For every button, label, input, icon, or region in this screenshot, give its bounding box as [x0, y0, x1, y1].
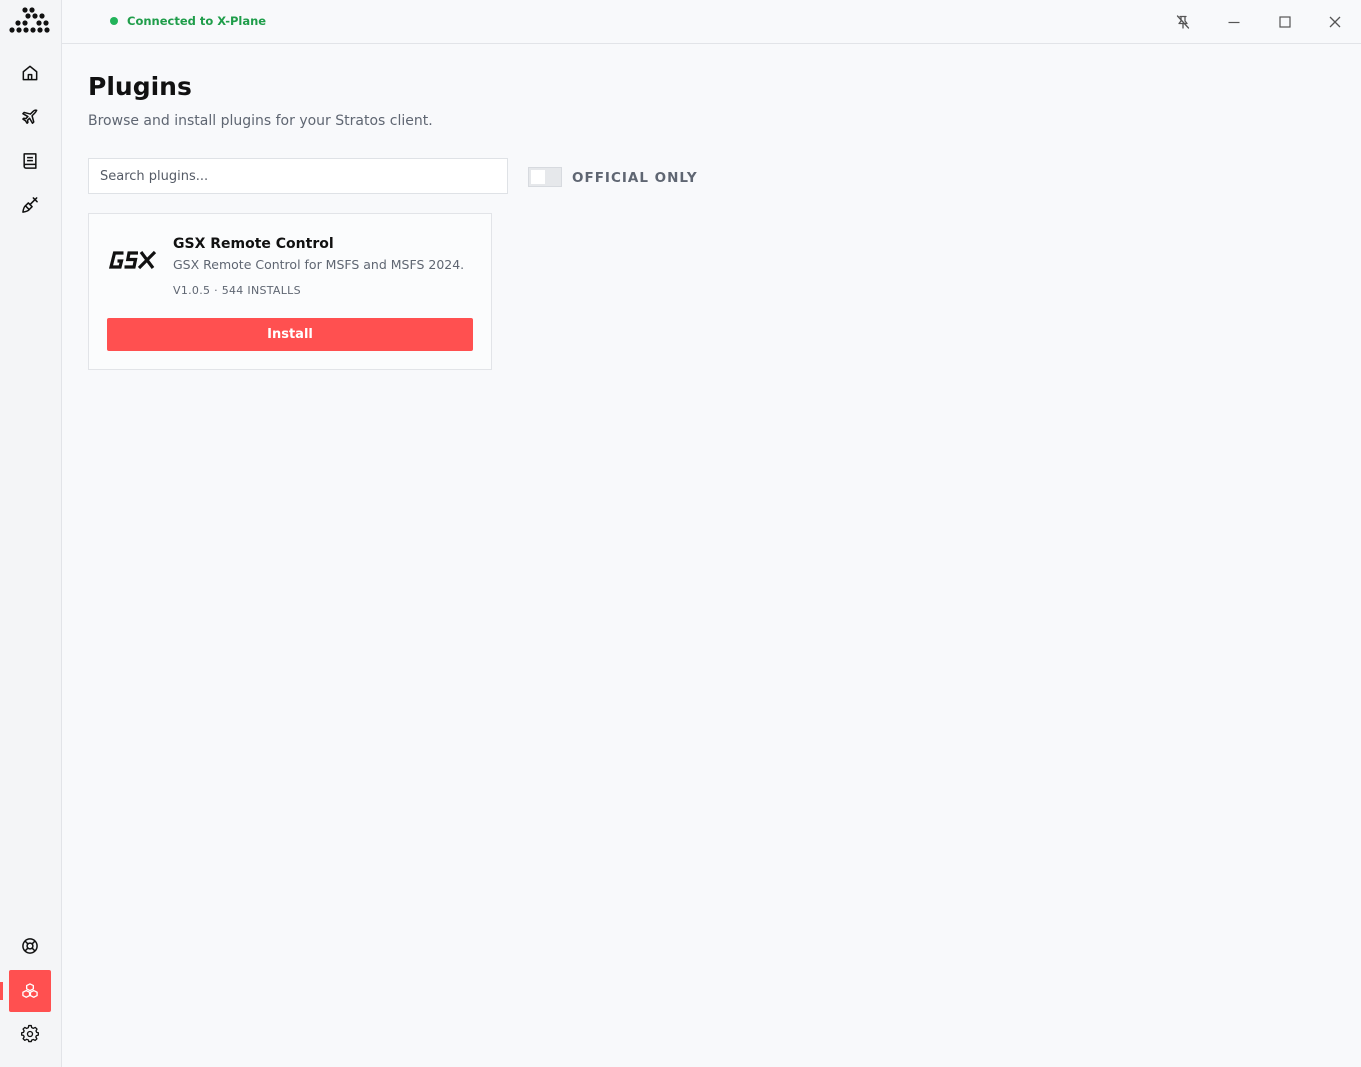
plugin-title: GSX Remote Control	[173, 236, 334, 252]
page-title: Plugins	[88, 72, 192, 101]
official-only-label: OFFICIAL ONLY	[572, 170, 698, 186]
connection-status: Connected to X-Plane	[110, 14, 266, 28]
connection-status-text: Connected to X-Plane	[127, 14, 267, 28]
book-icon	[23, 153, 37, 169]
cubes-icon	[22, 983, 38, 998]
stratos-logo	[9, 7, 50, 33]
page-subtitle: Browse and install plugins for your Stra…	[88, 113, 433, 129]
plugin-description: GSX Remote Control for MSFS and MSFS 202…	[173, 257, 465, 272]
plugin-meta: V1.0.5 · 544 INSTALLS	[173, 284, 301, 297]
app-window: Connected to X-Plane Plugins Browse and …	[0, 0, 1361, 1067]
toggle-knob	[531, 170, 545, 184]
close-icon	[1329, 16, 1341, 28]
airplane-icon	[22, 109, 38, 124]
sidebar-item-plugins[interactable]	[9, 970, 51, 1012]
status-dot-icon	[110, 17, 118, 25]
active-nav-indicator	[0, 982, 3, 1000]
unpin-icon	[1176, 15, 1190, 29]
sidebar-item-settings[interactable]	[9, 1013, 51, 1055]
sidebar-item-home[interactable]	[9, 52, 51, 94]
gsx-logo	[108, 250, 157, 270]
maximize-button[interactable]	[1272, 9, 1298, 35]
minimize-button[interactable]	[1221, 9, 1247, 35]
maximize-icon	[1279, 16, 1291, 28]
unpin-button[interactable]	[1170, 9, 1196, 35]
sidebar-item-flights[interactable]	[9, 96, 51, 138]
search-input[interactable]	[88, 158, 508, 194]
sidebar	[0, 0, 62, 1067]
minimize-icon	[1228, 21, 1240, 24]
close-button[interactable]	[1322, 9, 1348, 35]
gear-icon	[21, 1024, 39, 1043]
sidebar-item-support[interactable]	[9, 925, 51, 967]
paint-brush-icon	[22, 197, 38, 213]
lifebuoy-icon	[22, 938, 38, 954]
official-only-toggle[interactable]	[528, 167, 562, 187]
plugin-card: GSX Remote Control GSX Remote Control fo…	[88, 213, 492, 370]
sidebar-item-liveries[interactable]	[9, 184, 51, 226]
top-bar: Connected to X-Plane	[62, 0, 1361, 44]
home-icon	[22, 65, 38, 81]
install-button[interactable]: Install	[107, 318, 473, 351]
sidebar-item-logbook[interactable]	[9, 140, 51, 182]
